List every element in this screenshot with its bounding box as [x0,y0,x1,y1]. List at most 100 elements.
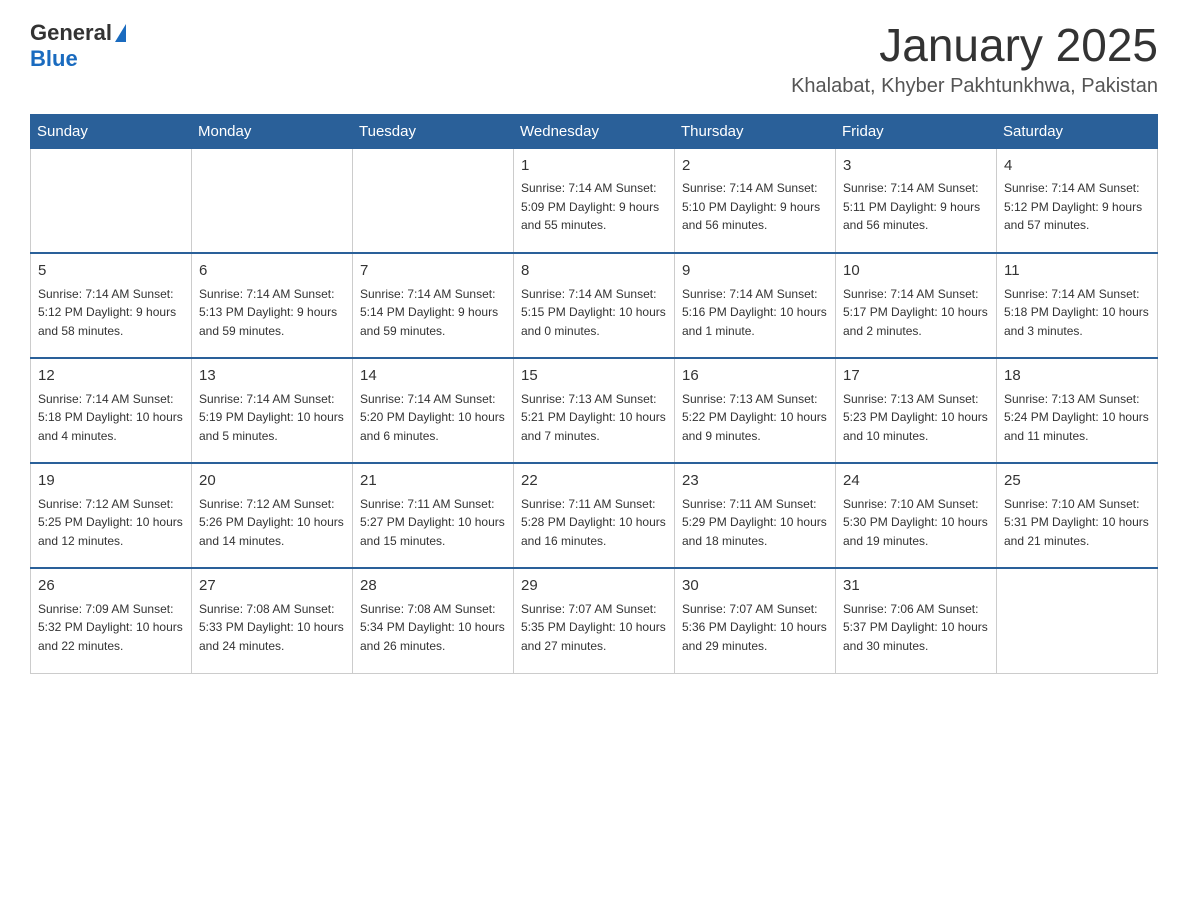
day-number: 30 [682,575,828,598]
day-number: 24 [843,470,989,493]
day-number: 14 [360,365,506,388]
calendar-cell: 2Sunrise: 7:14 AM Sunset: 5:10 PM Daylig… [675,148,836,253]
day-number: 17 [843,365,989,388]
day-number: 5 [38,260,184,283]
day-info: Sunrise: 7:14 AM Sunset: 5:17 PM Dayligh… [843,285,989,341]
day-info: Sunrise: 7:14 AM Sunset: 5:16 PM Dayligh… [682,285,828,341]
weekday-header-tuesday: Tuesday [353,114,514,148]
day-info: Sunrise: 7:08 AM Sunset: 5:33 PM Dayligh… [199,600,345,656]
calendar-cell: 18Sunrise: 7:13 AM Sunset: 5:24 PM Dayli… [997,358,1158,463]
day-number: 10 [843,260,989,283]
calendar-cell: 8Sunrise: 7:14 AM Sunset: 5:15 PM Daylig… [514,253,675,358]
day-info: Sunrise: 7:13 AM Sunset: 5:23 PM Dayligh… [843,390,989,446]
calendar-cell: 10Sunrise: 7:14 AM Sunset: 5:17 PM Dayli… [836,253,997,358]
day-info: Sunrise: 7:14 AM Sunset: 5:18 PM Dayligh… [1004,285,1150,341]
weekday-header-sunday: Sunday [31,114,192,148]
day-info: Sunrise: 7:14 AM Sunset: 5:20 PM Dayligh… [360,390,506,446]
calendar-cell: 19Sunrise: 7:12 AM Sunset: 5:25 PM Dayli… [31,463,192,568]
day-number: 23 [682,470,828,493]
calendar-cell [31,148,192,253]
day-info: Sunrise: 7:14 AM Sunset: 5:15 PM Dayligh… [521,285,667,341]
weekday-header-monday: Monday [192,114,353,148]
page-header: General Blue January 2025 Khalabat, Khyb… [30,20,1158,98]
calendar-week-row: 19Sunrise: 7:12 AM Sunset: 5:25 PM Dayli… [31,463,1158,568]
logo-blue-text: Blue [30,46,78,72]
day-number: 31 [843,575,989,598]
day-info: Sunrise: 7:09 AM Sunset: 5:32 PM Dayligh… [38,600,184,656]
day-info: Sunrise: 7:13 AM Sunset: 5:24 PM Dayligh… [1004,390,1150,446]
calendar-cell: 28Sunrise: 7:08 AM Sunset: 5:34 PM Dayli… [353,568,514,673]
day-info: Sunrise: 7:12 AM Sunset: 5:25 PM Dayligh… [38,495,184,551]
day-number: 29 [521,575,667,598]
calendar-cell: 14Sunrise: 7:14 AM Sunset: 5:20 PM Dayli… [353,358,514,463]
day-number: 20 [199,470,345,493]
day-number: 12 [38,365,184,388]
day-info: Sunrise: 7:12 AM Sunset: 5:26 PM Dayligh… [199,495,345,551]
weekday-header-thursday: Thursday [675,114,836,148]
calendar-week-row: 26Sunrise: 7:09 AM Sunset: 5:32 PM Dayli… [31,568,1158,673]
weekday-header-saturday: Saturday [997,114,1158,148]
calendar-cell: 3Sunrise: 7:14 AM Sunset: 5:11 PM Daylig… [836,148,997,253]
day-info: Sunrise: 7:14 AM Sunset: 5:10 PM Dayligh… [682,179,828,235]
day-info: Sunrise: 7:07 AM Sunset: 5:35 PM Dayligh… [521,600,667,656]
day-info: Sunrise: 7:14 AM Sunset: 5:11 PM Dayligh… [843,179,989,235]
calendar-cell: 6Sunrise: 7:14 AM Sunset: 5:13 PM Daylig… [192,253,353,358]
day-info: Sunrise: 7:14 AM Sunset: 5:18 PM Dayligh… [38,390,184,446]
day-number: 21 [360,470,506,493]
day-info: Sunrise: 7:07 AM Sunset: 5:36 PM Dayligh… [682,600,828,656]
calendar-cell [353,148,514,253]
weekday-header-friday: Friday [836,114,997,148]
day-number: 8 [521,260,667,283]
day-info: Sunrise: 7:14 AM Sunset: 5:09 PM Dayligh… [521,179,667,235]
day-number: 19 [38,470,184,493]
day-number: 27 [199,575,345,598]
calendar-cell: 12Sunrise: 7:14 AM Sunset: 5:18 PM Dayli… [31,358,192,463]
day-info: Sunrise: 7:11 AM Sunset: 5:28 PM Dayligh… [521,495,667,551]
day-info: Sunrise: 7:10 AM Sunset: 5:31 PM Dayligh… [1004,495,1150,551]
calendar-cell: 29Sunrise: 7:07 AM Sunset: 5:35 PM Dayli… [514,568,675,673]
calendar-cell: 27Sunrise: 7:08 AM Sunset: 5:33 PM Dayli… [192,568,353,673]
day-number: 26 [38,575,184,598]
calendar-cell: 13Sunrise: 7:14 AM Sunset: 5:19 PM Dayli… [192,358,353,463]
day-number: 25 [1004,470,1150,493]
logo-triangle-icon [115,24,126,42]
page-title: January 2025 [791,20,1158,71]
calendar-cell: 20Sunrise: 7:12 AM Sunset: 5:26 PM Dayli… [192,463,353,568]
day-number: 6 [199,260,345,283]
calendar-cell: 26Sunrise: 7:09 AM Sunset: 5:32 PM Dayli… [31,568,192,673]
day-info: Sunrise: 7:14 AM Sunset: 5:12 PM Dayligh… [38,285,184,341]
calendar-cell: 25Sunrise: 7:10 AM Sunset: 5:31 PM Dayli… [997,463,1158,568]
day-number: 1 [521,155,667,178]
day-info: Sunrise: 7:11 AM Sunset: 5:27 PM Dayligh… [360,495,506,551]
calendar-cell [997,568,1158,673]
day-info: Sunrise: 7:13 AM Sunset: 5:21 PM Dayligh… [521,390,667,446]
day-info: Sunrise: 7:06 AM Sunset: 5:37 PM Dayligh… [843,600,989,656]
calendar-cell: 7Sunrise: 7:14 AM Sunset: 5:14 PM Daylig… [353,253,514,358]
day-number: 28 [360,575,506,598]
calendar-cell: 21Sunrise: 7:11 AM Sunset: 5:27 PM Dayli… [353,463,514,568]
logo-general-text: General [30,20,112,46]
calendar-cell: 30Sunrise: 7:07 AM Sunset: 5:36 PM Dayli… [675,568,836,673]
calendar-week-row: 12Sunrise: 7:14 AM Sunset: 5:18 PM Dayli… [31,358,1158,463]
calendar-week-row: 5Sunrise: 7:14 AM Sunset: 5:12 PM Daylig… [31,253,1158,358]
calendar-cell: 5Sunrise: 7:14 AM Sunset: 5:12 PM Daylig… [31,253,192,358]
calendar-cell: 24Sunrise: 7:10 AM Sunset: 5:30 PM Dayli… [836,463,997,568]
day-info: Sunrise: 7:13 AM Sunset: 5:22 PM Dayligh… [682,390,828,446]
day-number: 16 [682,365,828,388]
calendar-cell: 22Sunrise: 7:11 AM Sunset: 5:28 PM Dayli… [514,463,675,568]
calendar-cell: 31Sunrise: 7:06 AM Sunset: 5:37 PM Dayli… [836,568,997,673]
day-number: 3 [843,155,989,178]
day-number: 4 [1004,155,1150,178]
day-number: 11 [1004,260,1150,283]
calendar-table: SundayMondayTuesdayWednesdayThursdayFrid… [30,114,1158,674]
calendar-cell: 1Sunrise: 7:14 AM Sunset: 5:09 PM Daylig… [514,148,675,253]
calendar-cell: 17Sunrise: 7:13 AM Sunset: 5:23 PM Dayli… [836,358,997,463]
day-number: 13 [199,365,345,388]
calendar-cell: 16Sunrise: 7:13 AM Sunset: 5:22 PM Dayli… [675,358,836,463]
calendar-cell: 15Sunrise: 7:13 AM Sunset: 5:21 PM Dayli… [514,358,675,463]
day-info: Sunrise: 7:14 AM Sunset: 5:14 PM Dayligh… [360,285,506,341]
day-number: 18 [1004,365,1150,388]
page-subtitle: Khalabat, Khyber Pakhtunkhwa, Pakistan [791,75,1158,98]
calendar-cell [192,148,353,253]
calendar-cell: 11Sunrise: 7:14 AM Sunset: 5:18 PM Dayli… [997,253,1158,358]
